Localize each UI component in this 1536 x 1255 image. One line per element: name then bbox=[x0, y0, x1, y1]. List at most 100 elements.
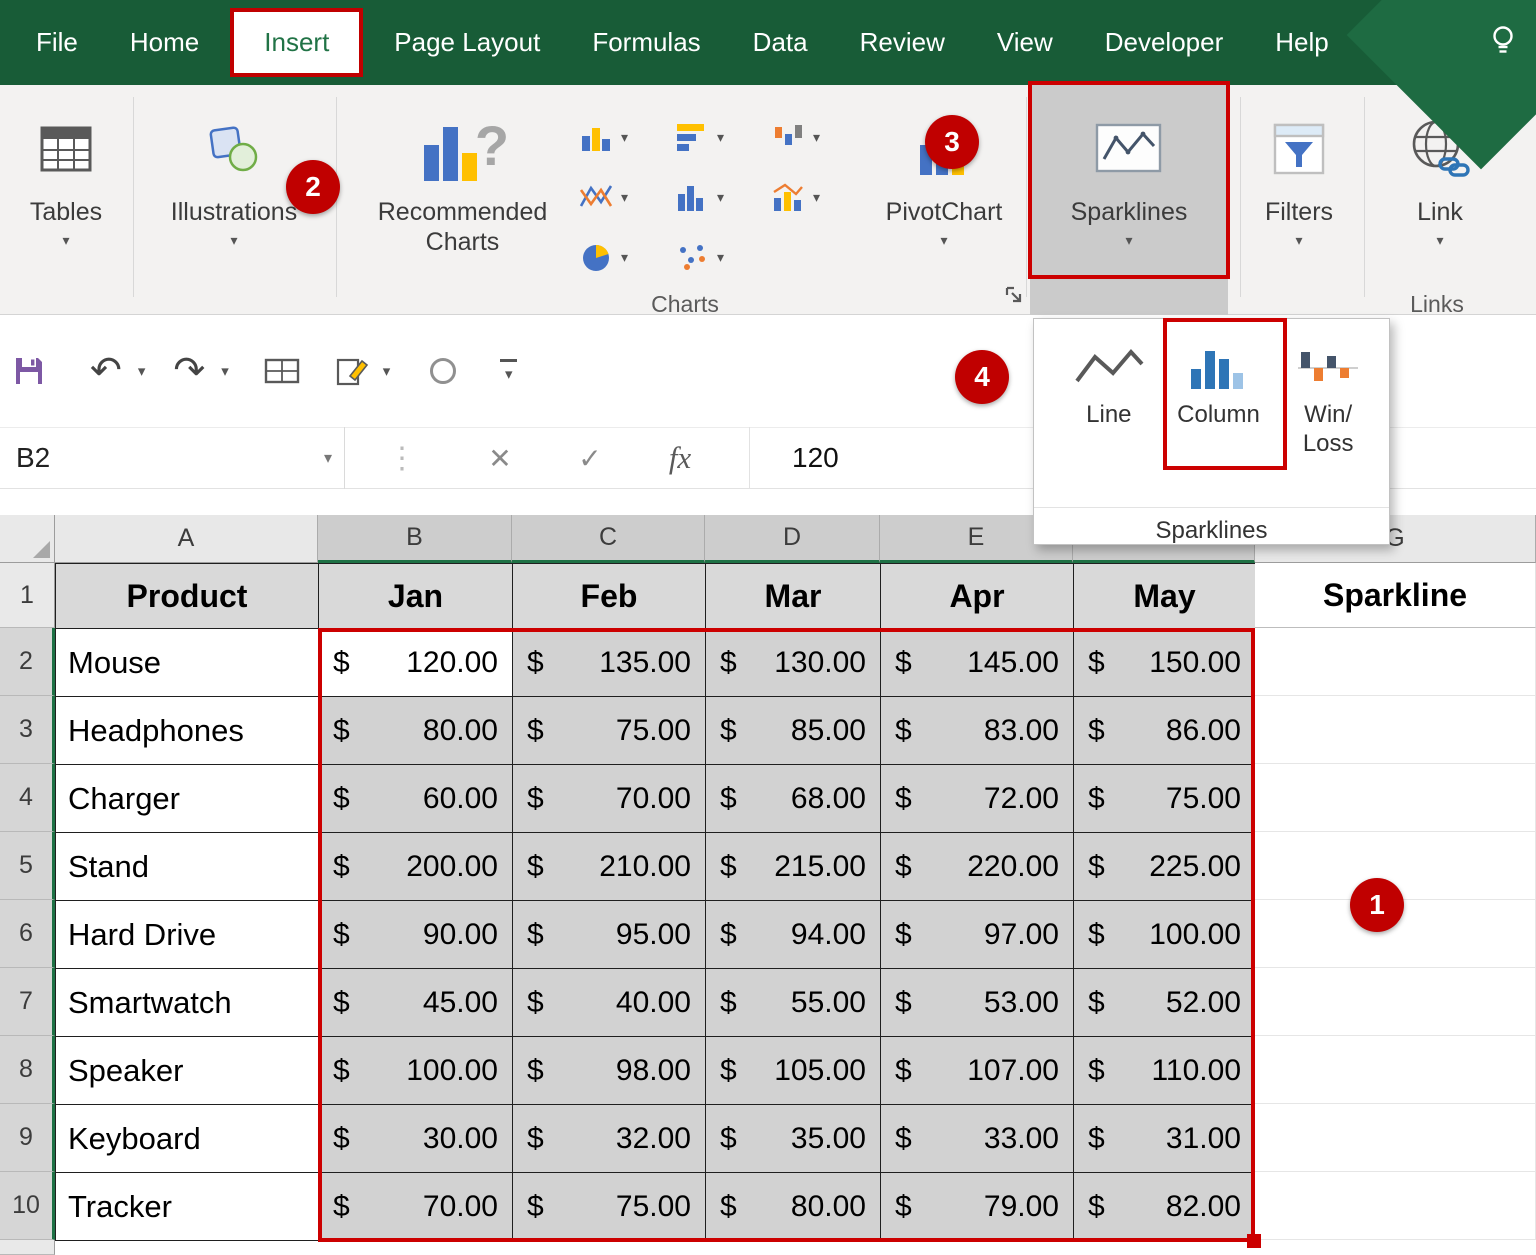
combo-chart-button[interactable]: ▾ bbox=[770, 180, 866, 214]
cell-a10[interactable]: Tracker bbox=[56, 1173, 319, 1241]
stock-chart-button[interactable]: ▾ bbox=[770, 120, 866, 154]
row-header-8[interactable]: 8 bbox=[0, 1036, 55, 1104]
row-header-9[interactable]: 9 bbox=[0, 1104, 55, 1172]
cell-e3[interactable]: $83.00 bbox=[881, 697, 1074, 765]
cell-e7[interactable]: $53.00 bbox=[881, 969, 1074, 1037]
cell-d4[interactable]: $68.00 bbox=[706, 765, 881, 833]
sparkline-line-option[interactable]: Line bbox=[1054, 335, 1164, 459]
sparkline-winloss-option[interactable]: Win/Loss bbox=[1273, 335, 1383, 459]
cell-f10[interactable]: $82.00 bbox=[1074, 1173, 1256, 1241]
cell-f2[interactable]: $150.00 bbox=[1074, 629, 1256, 697]
cell-e5[interactable]: $220.00 bbox=[881, 833, 1074, 901]
cell-a5[interactable]: Stand bbox=[56, 833, 319, 901]
tab-insert[interactable]: Insert bbox=[230, 8, 363, 77]
tab-view[interactable]: View bbox=[971, 3, 1079, 82]
cell-e10[interactable]: $79.00 bbox=[881, 1173, 1074, 1241]
cell-e6[interactable]: $97.00 bbox=[881, 901, 1074, 969]
column-chart-button[interactable]: ▾ bbox=[578, 120, 674, 154]
cell-d3[interactable]: $85.00 bbox=[706, 697, 881, 765]
cell-d10[interactable]: $80.00 bbox=[706, 1173, 881, 1241]
row-header-6[interactable]: 6 bbox=[0, 900, 55, 968]
bar-chart-button[interactable]: ▾ bbox=[674, 120, 770, 154]
cell-d9[interactable]: $35.00 bbox=[706, 1105, 881, 1173]
select-all-corner[interactable] bbox=[0, 515, 55, 563]
cell-a4[interactable]: Charger bbox=[56, 765, 319, 833]
histogram-chart-button[interactable]: ▾ bbox=[674, 180, 770, 214]
cell-d7[interactable]: $55.00 bbox=[706, 969, 881, 1037]
cell-a7[interactable]: Smartwatch bbox=[56, 969, 319, 1037]
tab-page-layout[interactable]: Page Layout bbox=[368, 3, 566, 82]
cell-b7[interactable]: $45.00 bbox=[319, 969, 513, 1037]
column-header-a[interactable]: A bbox=[55, 515, 318, 563]
redo-dropdown[interactable]: ▾ bbox=[221, 362, 229, 380]
cell-b3[interactable]: $80.00 bbox=[319, 697, 513, 765]
row-header-2[interactable]: 2 bbox=[0, 628, 55, 696]
cell-c6[interactable]: $95.00 bbox=[513, 901, 706, 969]
cell-d8[interactable]: $105.00 bbox=[706, 1037, 881, 1105]
cell-e8[interactable]: $107.00 bbox=[881, 1037, 1074, 1105]
tab-home[interactable]: Home bbox=[104, 3, 225, 82]
cell-a9[interactable]: Keyboard bbox=[56, 1105, 319, 1173]
cell-c4[interactable]: $70.00 bbox=[513, 765, 706, 833]
cell-g7[interactable] bbox=[1255, 968, 1536, 1036]
filters-button[interactable]: Filters ▾ bbox=[1246, 103, 1352, 247]
cell-d5[interactable]: $215.00 bbox=[706, 833, 881, 901]
sparklines-button[interactable]: Sparklines ▾ bbox=[1060, 103, 1198, 247]
undo-dropdown[interactable]: ▾ bbox=[138, 362, 146, 380]
edit-button[interactable] bbox=[335, 354, 371, 388]
column-header-c[interactable]: C bbox=[512, 515, 705, 563]
cell-d2[interactable]: $130.00 bbox=[706, 629, 881, 697]
cell-a3[interactable]: Headphones bbox=[56, 697, 319, 765]
cell-b10[interactable]: $70.00 bbox=[319, 1173, 513, 1241]
cell-c8[interactable]: $98.00 bbox=[513, 1037, 706, 1105]
tab-file[interactable]: File bbox=[10, 3, 104, 82]
name-box[interactable]: B2 ▾ bbox=[0, 427, 345, 489]
cell-e9[interactable]: $33.00 bbox=[881, 1105, 1074, 1173]
tab-developer[interactable]: Developer bbox=[1079, 3, 1250, 82]
save-button[interactable] bbox=[12, 354, 46, 388]
cell-f5[interactable]: $225.00 bbox=[1074, 833, 1256, 901]
lightbulb-icon[interactable] bbox=[1486, 23, 1520, 62]
cell-b2-active[interactable]: $120.00 bbox=[319, 629, 513, 697]
row-header-4[interactable]: 4 bbox=[0, 764, 55, 832]
cell-g3[interactable] bbox=[1255, 696, 1536, 764]
cell-g10[interactable] bbox=[1255, 1172, 1536, 1240]
cell-a8[interactable]: Speaker bbox=[56, 1037, 319, 1105]
cell-a2[interactable]: Mouse bbox=[56, 629, 319, 697]
cell-a6[interactable]: Hard Drive bbox=[56, 901, 319, 969]
tab-data[interactable]: Data bbox=[727, 3, 834, 82]
cell-f1[interactable]: May bbox=[1074, 564, 1256, 629]
row-header-5[interactable]: 5 bbox=[0, 832, 55, 900]
cell-d6[interactable]: $94.00 bbox=[706, 901, 881, 969]
row-header-10[interactable]: 10 bbox=[0, 1172, 55, 1240]
insert-function-button[interactable]: fx bbox=[635, 440, 725, 476]
chevron-down-icon[interactable]: ▾ bbox=[324, 448, 344, 468]
column-header-b[interactable]: B bbox=[318, 515, 512, 563]
cell-f3[interactable]: $86.00 bbox=[1074, 697, 1256, 765]
edit-dropdown[interactable]: ▾ bbox=[383, 362, 391, 380]
table-borders-button[interactable] bbox=[263, 354, 301, 388]
cell-g4[interactable] bbox=[1255, 764, 1536, 832]
cell-e2[interactable]: $145.00 bbox=[881, 629, 1074, 697]
sparkline-column-option[interactable]: Column bbox=[1164, 335, 1274, 459]
cell-d1[interactable]: Mar bbox=[706, 564, 881, 629]
cell-f6[interactable]: $100.00 bbox=[1074, 901, 1256, 969]
row-header-1[interactable]: 1 bbox=[0, 563, 55, 628]
undo-button[interactable]: ↶ bbox=[90, 352, 122, 390]
redo-button[interactable]: ↷ bbox=[173, 352, 205, 390]
customize-toolbar-button[interactable]: ▾ bbox=[500, 359, 517, 383]
column-header-d[interactable]: D bbox=[705, 515, 880, 563]
cancel-button[interactable]: ✕ bbox=[455, 442, 545, 475]
cell-e1[interactable]: Apr bbox=[881, 564, 1074, 629]
enter-button[interactable]: ✓ bbox=[545, 442, 635, 475]
row-header-7[interactable]: 7 bbox=[0, 968, 55, 1036]
scatter-chart-button[interactable]: ▾ bbox=[674, 240, 770, 274]
tab-review[interactable]: Review bbox=[834, 3, 971, 82]
cell-c5[interactable]: $210.00 bbox=[513, 833, 706, 901]
cell-e4[interactable]: $72.00 bbox=[881, 765, 1074, 833]
cell-c7[interactable]: $40.00 bbox=[513, 969, 706, 1037]
cell-f8[interactable]: $110.00 bbox=[1074, 1037, 1256, 1105]
recommended-charts-button[interactable]: ? Recommended Charts bbox=[355, 103, 570, 257]
cell-a1[interactable]: Product bbox=[56, 564, 319, 629]
cell-b5[interactable]: $200.00 bbox=[319, 833, 513, 901]
